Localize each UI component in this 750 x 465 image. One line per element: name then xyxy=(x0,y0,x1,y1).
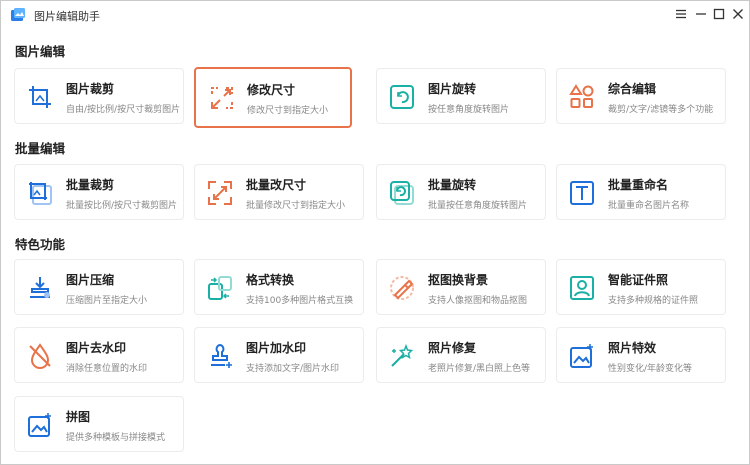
maximize-icon[interactable] xyxy=(711,6,727,22)
add-watermark-icon xyxy=(207,343,233,369)
card-photo-effects[interactable]: 照片特效 性别变化/年龄变化等 xyxy=(556,327,726,383)
card-batch-rotate[interactable]: 批量旋转 批量按任意角度旋转图片 xyxy=(376,164,546,220)
card-desc: 消除任意位置的水印 xyxy=(66,364,148,374)
card-desc: 压缩图片至指定大小 xyxy=(66,296,148,306)
card-desc: 支持人像抠图和物品抠图 xyxy=(428,296,528,306)
crop-icon xyxy=(27,84,53,110)
card-image-crop[interactable]: 图片裁剪 自由/按比例/按尺寸裁剪图片 xyxy=(14,68,184,124)
card-add-watermark[interactable]: 图片加水印 支持添加文字/图片水印 xyxy=(194,327,364,383)
card-desc: 自由/按比例/按尺寸裁剪图片 xyxy=(66,105,181,115)
section-title-image-edit: 图片编辑 xyxy=(15,44,66,59)
card-name: 批量重命名 xyxy=(608,178,669,192)
window-title: 图片编辑助手 xyxy=(34,10,100,23)
card-batch-rename[interactable]: 批量重命名 批量重命名图片名称 xyxy=(556,164,726,220)
batch-crop-icon xyxy=(27,180,53,206)
convert-icon xyxy=(207,275,233,301)
card-desc: 批量修改尺寸到指定大小 xyxy=(246,201,346,211)
card-name: 批量裁剪 xyxy=(66,178,115,192)
card-name: 抠图换背景 xyxy=(428,273,489,287)
resize-icon xyxy=(209,85,235,111)
card-desc: 支持多种规格的证件照 xyxy=(608,296,699,306)
photo-effect-icon xyxy=(569,343,595,369)
magic-wand-icon xyxy=(389,343,415,369)
card-name: 图片压缩 xyxy=(66,273,115,287)
card-name: 图片裁剪 xyxy=(66,82,115,96)
id-photo-icon xyxy=(569,275,595,301)
card-name: 照片修复 xyxy=(428,341,477,355)
card-remove-watermark[interactable]: 图片去水印 消除任意位置的水印 xyxy=(14,327,184,383)
menu-icon[interactable] xyxy=(673,6,689,22)
app-logo-icon xyxy=(10,7,26,23)
compress-icon xyxy=(27,275,53,301)
card-name: 综合编辑 xyxy=(608,82,657,96)
card-desc: 修改尺寸到指定大小 xyxy=(247,106,329,116)
card-image-rotate[interactable]: 图片旋转 按任意角度旋转图片 xyxy=(376,68,546,124)
close-icon[interactable] xyxy=(730,6,746,22)
card-collage[interactable]: 拼图 提供多种模板与拼接模式 xyxy=(14,396,184,452)
section-title-batch-edit: 批量编辑 xyxy=(15,141,66,156)
card-name: 修改尺寸 xyxy=(247,83,296,97)
batch-rotate-icon xyxy=(389,180,415,206)
card-format-convert[interactable]: 格式转换 支持100多种图片格式互换 xyxy=(194,259,364,315)
card-desc: 老照片修复/黑白照上色等 xyxy=(428,364,531,374)
card-name: 批量改尺寸 xyxy=(246,178,307,192)
collage-icon xyxy=(27,412,53,438)
card-batch-resize[interactable]: 批量改尺寸 批量修改尺寸到指定大小 xyxy=(194,164,364,220)
card-batch-crop[interactable]: 批量裁剪 批量按比例/按尺寸裁剪图片 xyxy=(14,164,184,220)
card-desc: 按任意角度旋转图片 xyxy=(428,105,510,115)
card-desc: 提供多种模板与拼接模式 xyxy=(66,433,166,443)
card-desc: 批量按任意角度旋转图片 xyxy=(428,201,528,211)
shapes-icon xyxy=(569,84,595,110)
remove-watermark-icon xyxy=(27,343,53,369)
batch-resize-icon xyxy=(207,180,233,206)
card-desc: 支持100多种图片格式互换 xyxy=(246,296,354,306)
card-resize[interactable]: 修改尺寸 修改尺寸到指定大小 xyxy=(194,67,352,128)
card-desc: 性别变化/年龄变化等 xyxy=(608,364,693,374)
card-desc: 批量重命名图片名称 xyxy=(608,201,690,211)
card-id-photo[interactable]: 智能证件照 支持多种规格的证件照 xyxy=(556,259,726,315)
minimize-icon[interactable] xyxy=(693,6,709,22)
card-desc: 裁剪/文字/滤镜等多个功能 xyxy=(608,105,714,115)
card-name: 图片加水印 xyxy=(246,341,307,355)
card-image-compress[interactable]: 图片压缩 压缩图片至指定大小 xyxy=(14,259,184,315)
card-combined-edit[interactable]: 综合编辑 裁剪/文字/滤镜等多个功能 xyxy=(556,68,726,124)
card-name: 智能证件照 xyxy=(608,273,669,287)
card-name: 批量旋转 xyxy=(428,178,477,192)
card-name: 图片旋转 xyxy=(428,82,477,96)
card-name: 图片去水印 xyxy=(66,341,127,355)
card-photo-repair[interactable]: 照片修复 老照片修复/黑白照上色等 xyxy=(376,327,546,383)
card-name: 格式转换 xyxy=(246,273,295,287)
card-cutout-background[interactable]: 抠图换背景 支持人像抠图和物品抠图 xyxy=(376,259,546,315)
cutout-icon xyxy=(389,275,415,301)
card-desc: 批量按比例/按尺寸裁剪图片 xyxy=(66,201,178,211)
card-name: 照片特效 xyxy=(608,341,657,355)
rotate-icon xyxy=(389,84,415,110)
app-window: 图片编辑助手 图片编辑 图片裁剪 自由/按比例/按尺寸裁剪图片 修改尺寸 修改尺… xyxy=(0,0,750,465)
section-title-featured: 特色功能 xyxy=(15,237,66,252)
title-bar: 图片编辑助手 xyxy=(1,1,749,29)
rename-icon xyxy=(569,180,595,206)
card-desc: 支持添加文字/图片水印 xyxy=(246,364,340,374)
card-name: 拼图 xyxy=(66,410,91,424)
